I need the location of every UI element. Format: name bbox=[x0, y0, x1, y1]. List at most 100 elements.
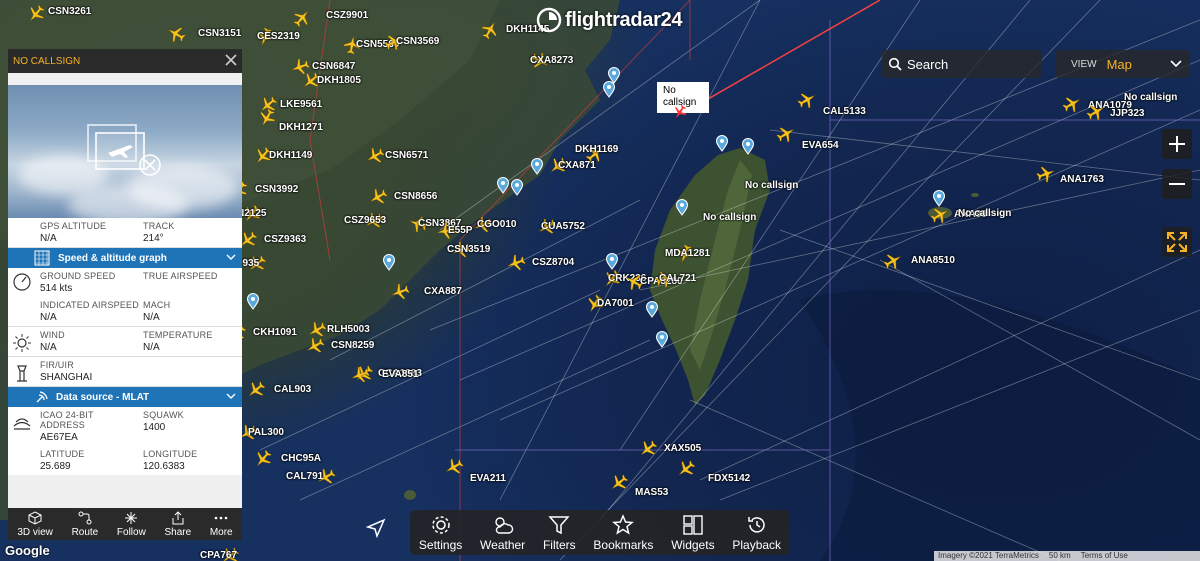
aircraft-icon[interactable] bbox=[390, 282, 410, 302]
aircraft-icon[interactable] bbox=[480, 20, 500, 40]
no-callsign-label[interactable]: No callsign bbox=[958, 208, 1011, 219]
aircraft-callsign-label[interactable]: EVA851 bbox=[382, 369, 419, 380]
aircraft-callsign-label[interactable]: CXA871 bbox=[558, 160, 596, 171]
aircraft-callsign-label[interactable]: MDA1281 bbox=[665, 248, 710, 259]
search-input[interactable]: Search bbox=[882, 50, 1042, 78]
aircraft-icon[interactable] bbox=[444, 457, 464, 477]
aircraft-callsign-label[interactable]: CUA5752 bbox=[541, 221, 585, 232]
no-callsign-label[interactable]: No callsign bbox=[1124, 92, 1177, 103]
share-button[interactable]: Share bbox=[164, 511, 191, 538]
aircraft-callsign-label[interactable]: CSZ9901 bbox=[326, 10, 368, 21]
aircraft-icon[interactable] bbox=[368, 187, 388, 207]
playback-button[interactable]: Playback bbox=[732, 514, 781, 552]
aircraft-icon[interactable] bbox=[506, 253, 526, 273]
aircraft-callsign-label[interactable]: DKH1149 bbox=[269, 150, 312, 161]
aircraft-icon[interactable] bbox=[253, 449, 273, 469]
3d-view-button[interactable]: 3D view bbox=[17, 511, 53, 538]
no-callsign-label[interactable]: No callsign bbox=[703, 212, 756, 223]
widgets-button[interactable]: Widgets bbox=[671, 514, 715, 552]
aircraft-callsign-label[interactable]: CAL791 bbox=[286, 471, 323, 482]
airport-pin-icon[interactable] bbox=[741, 138, 755, 155]
weather-button[interactable]: Weather bbox=[480, 514, 525, 552]
aircraft-icon[interactable] bbox=[257, 108, 277, 128]
aircraft-callsign-label[interactable]: CXA887 bbox=[424, 286, 462, 297]
zoom-out-button[interactable] bbox=[1162, 169, 1192, 199]
aircraft-icon[interactable] bbox=[246, 380, 266, 400]
aircraft-icon[interactable] bbox=[292, 8, 312, 28]
aircraft-callsign-label[interactable]: DKH1271 bbox=[279, 122, 323, 133]
airport-pin-icon[interactable] bbox=[645, 301, 659, 318]
aircraft-callsign-label[interactable]: FDX5142 bbox=[708, 473, 750, 484]
aircraft-callsign-label[interactable]: CSN8656 bbox=[394, 191, 437, 202]
fullscreen-button[interactable] bbox=[1162, 227, 1192, 257]
aircraft-callsign-label[interactable]: CSN8259 bbox=[331, 340, 374, 351]
aircraft-callsign-label[interactable]: CGO010 bbox=[477, 219, 516, 230]
aircraft-callsign-label[interactable]: EVA654 bbox=[802, 140, 839, 151]
aircraft-callsign-label[interactable]: CPA767 bbox=[200, 550, 237, 561]
selected-aircraft-icon[interactable] bbox=[672, 104, 692, 124]
airport-pin-icon[interactable] bbox=[382, 254, 396, 271]
aircraft-icon[interactable] bbox=[1062, 94, 1082, 114]
airport-pin-icon[interactable] bbox=[246, 293, 260, 310]
bookmarks-button[interactable]: Bookmarks bbox=[593, 513, 653, 552]
aircraft-icon[interactable] bbox=[1036, 164, 1056, 184]
aircraft-callsign-label[interactable]: XAX505 bbox=[664, 443, 701, 454]
aircraft-callsign-label[interactable]: CAL721 bbox=[659, 273, 696, 284]
airport-pin-icon[interactable] bbox=[932, 190, 946, 207]
airport-pin-icon[interactable] bbox=[602, 81, 616, 98]
aircraft-callsign-label[interactable]: CSN3569 bbox=[396, 36, 439, 47]
airport-pin-icon[interactable] bbox=[675, 199, 689, 216]
aircraft-callsign-label[interactable]: DKH1805 bbox=[317, 75, 361, 86]
aircraft-icon[interactable] bbox=[166, 24, 186, 44]
airport-pin-icon[interactable] bbox=[655, 331, 669, 348]
aircraft-callsign-label[interactable]: CSN3519 bbox=[447, 244, 490, 255]
aircraft-callsign-label[interactable]: LKE9561 bbox=[280, 99, 322, 110]
more-button[interactable]: More bbox=[210, 511, 233, 538]
aircraft-callsign-label[interactable]: PAL300 bbox=[248, 427, 284, 438]
aircraft-callsign-label[interactable]: CSN3261 bbox=[48, 6, 91, 17]
aircraft-callsign-label[interactable]: CSZ9653 bbox=[344, 215, 386, 226]
aircraft-icon[interactable] bbox=[883, 251, 903, 271]
aircraft-callsign-label[interactable]: CSZ8704 bbox=[532, 257, 574, 268]
my-location-icon[interactable] bbox=[366, 518, 386, 538]
no-callsign-label[interactable]: No callsign bbox=[745, 180, 798, 191]
airport-pin-icon[interactable] bbox=[510, 179, 524, 196]
aircraft-callsign-label[interactable]: RLH5003 bbox=[327, 324, 370, 335]
aircraft-callsign-label[interactable]: CES2319 bbox=[257, 31, 300, 42]
aircraft-callsign-label[interactable]: JJP323 bbox=[1110, 108, 1144, 119]
aircraft-callsign-label[interactable]: CAL5133 bbox=[823, 106, 866, 117]
aircraft-icon[interactable] bbox=[776, 124, 796, 144]
aircraft-callsign-label[interactable]: DKH1169 bbox=[575, 144, 618, 155]
aircraft-icon[interactable] bbox=[26, 4, 46, 24]
airport-pin-icon[interactable] bbox=[605, 253, 619, 270]
aircraft-callsign-label[interactable]: CSZ9363 bbox=[264, 234, 306, 245]
aircraft-icon[interactable] bbox=[609, 473, 629, 493]
aircraft-callsign-label[interactable]: CXA8273 bbox=[530, 55, 573, 66]
aircraft-callsign-label[interactable]: CKH1091 bbox=[253, 327, 297, 338]
aircraft-icon[interactable] bbox=[1086, 102, 1106, 122]
aircraft-icon[interactable] bbox=[930, 205, 950, 225]
aircraft-callsign-label[interactable]: EVA211 bbox=[470, 473, 506, 484]
aircraft-icon[interactable] bbox=[350, 365, 370, 385]
aircraft-icon[interactable] bbox=[305, 336, 325, 356]
terms-link[interactable]: Terms of Use bbox=[1081, 551, 1128, 561]
route-button[interactable]: Route bbox=[72, 511, 98, 538]
aircraft-callsign-label[interactable]: CAL903 bbox=[274, 384, 311, 395]
speed-altitude-graph-toggle[interactable]: Speed & altitude graph bbox=[8, 248, 242, 268]
aircraft-callsign-label[interactable]: DA7001 bbox=[597, 298, 634, 309]
aircraft-callsign-label[interactable]: E55P bbox=[448, 225, 472, 236]
aircraft-icon[interactable] bbox=[638, 439, 658, 459]
view-selector[interactable]: VIEW Map bbox=[1055, 50, 1190, 78]
filters-button[interactable]: Filters bbox=[543, 514, 576, 552]
settings-button[interactable]: Settings bbox=[419, 514, 462, 552]
follow-button[interactable]: Follow bbox=[117, 511, 146, 538]
aircraft-callsign-label[interactable]: CSN3992 bbox=[255, 184, 298, 195]
airport-pin-icon[interactable] bbox=[715, 135, 729, 152]
aircraft-callsign-label[interactable]: ANA1763 bbox=[1060, 174, 1104, 185]
aircraft-callsign-label[interactable]: CHC95A bbox=[281, 453, 321, 464]
aircraft-icon[interactable] bbox=[676, 459, 696, 479]
data-source-toggle[interactable]: Data source - MLAT bbox=[8, 387, 242, 407]
aircraft-callsign-label[interactable]: CSN3151 bbox=[198, 28, 241, 39]
aircraft-callsign-label[interactable]: CSN6571 bbox=[385, 150, 428, 161]
zoom-in-button[interactable] bbox=[1162, 129, 1192, 159]
